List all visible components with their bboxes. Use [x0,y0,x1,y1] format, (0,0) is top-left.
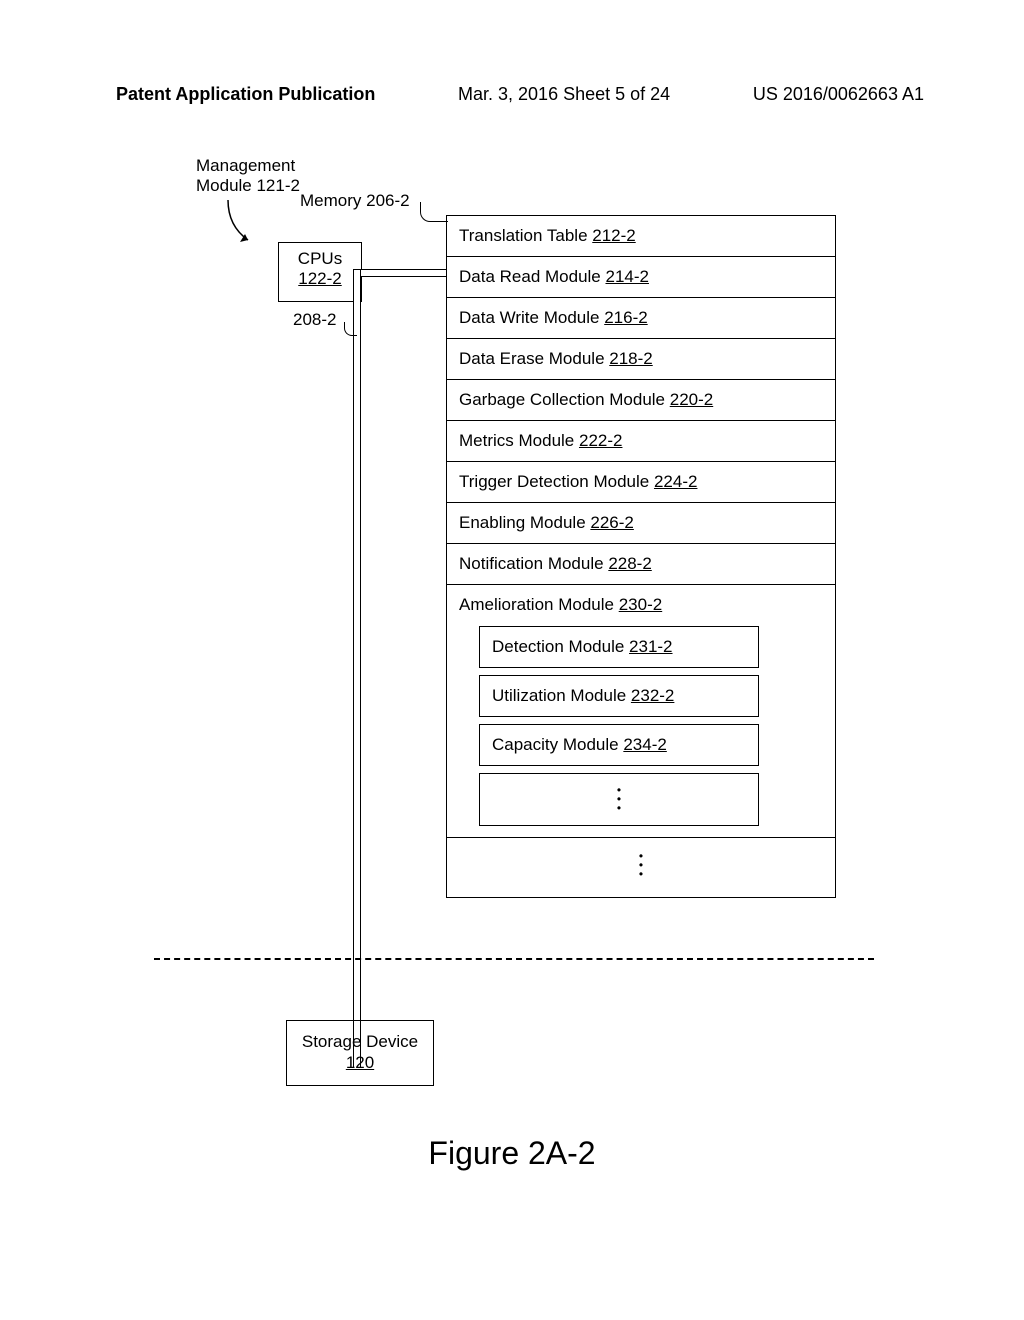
memory-ellipsis [447,838,835,897]
memory-item: Translation Table 212-2 [447,216,835,257]
figure-area: Management Module 121-2 Memory 206-2 CPU… [0,150,1024,1320]
storage-ref: 120 [287,1052,433,1073]
memory-item: Data Write Module 216-2 [447,298,835,339]
bus-label: 208-2 [293,310,336,330]
bus-horizontal [361,269,446,277]
header-left: Patent Application Publication [116,84,375,105]
memory-leader-line [420,202,448,222]
memory-item: Notification Module 228-2 [447,544,835,585]
memory-item: Garbage Collection Module 220-2 [447,380,835,421]
boundary-dashed-line [154,958,874,960]
amelioration-sub-item: Utilization Module 232-2 [479,675,759,717]
amelioration-sub-item: Capacity Module 234-2 [479,724,759,766]
amelioration-ref: 230-2 [619,595,662,614]
amelioration-module-group: Amelioration Module 230-2 Detection Modu… [447,585,835,838]
management-module-arrow-icon [222,198,256,246]
bus-label-leader [344,322,357,336]
cpu-ref: 122-2 [279,269,361,289]
amelioration-ellipsis [479,773,759,826]
bus-vertical [353,305,361,1067]
memory-item: Metrics Module 222-2 [447,421,835,462]
memory-label: Memory 206-2 [300,191,410,211]
management-module-label: Management Module 121-2 [196,156,300,197]
header-right: US 2016/0062663 A1 [753,84,924,105]
amelioration-sub-item: Detection Module 231-2 [479,626,759,668]
amelioration-label: Amelioration Module [459,595,619,614]
memory-box: Translation Table 212-2 Data Read Module… [446,215,836,898]
memory-item: Data Read Module 214-2 [447,257,835,298]
storage-title: Storage Device [287,1031,433,1052]
memory-item: Enabling Module 226-2 [447,503,835,544]
page-header: Patent Application Publication Mar. 3, 2… [0,84,1024,105]
storage-device-box: Storage Device 120 [286,1020,434,1086]
memory-item: Trigger Detection Module 224-2 [447,462,835,503]
memory-item: Data Erase Module 218-2 [447,339,835,380]
figure-caption: Figure 2A-2 [0,1135,1024,1172]
header-center: Mar. 3, 2016 Sheet 5 of 24 [458,84,670,105]
bus-corner [353,269,361,305]
cpu-title: CPUs [279,249,361,269]
cpu-box: CPUs 122-2 [278,242,362,302]
